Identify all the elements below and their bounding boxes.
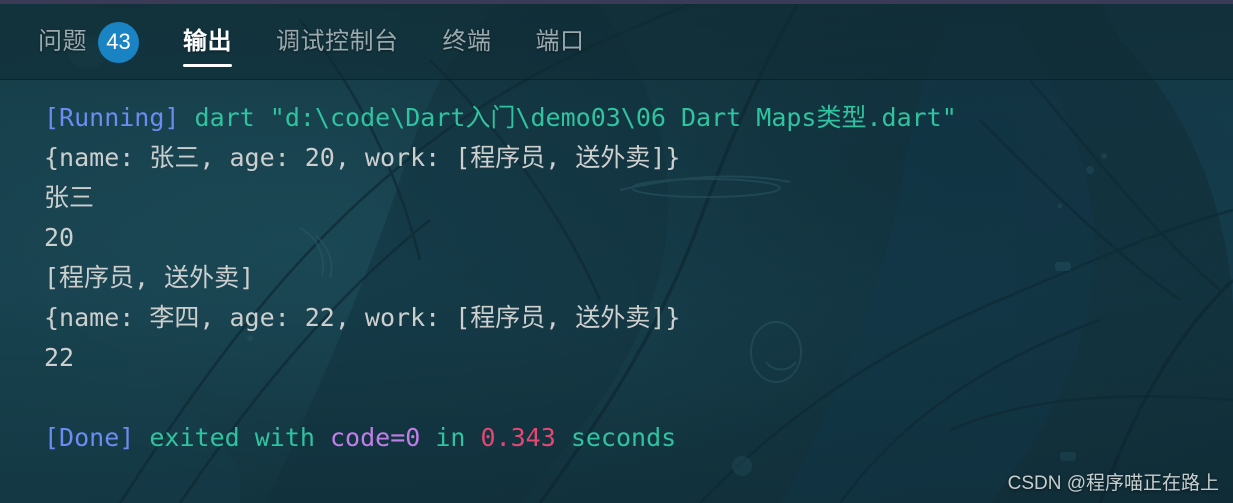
panel-accent-border (0, 0, 1233, 4)
console-segment: 20 (44, 223, 75, 252)
tab-active-underline (183, 64, 232, 67)
line-running: [Running] dart "d:\code\Dart入门\demo03\06… (44, 98, 1233, 138)
tab-label: 终端 (442, 28, 492, 55)
line-work1: [程序员, 送外卖] (44, 258, 1233, 298)
line-blank (44, 378, 1233, 418)
watermark: CSDN @程序喵正在路上 (1007, 473, 1219, 494)
tab-label: 端口 (535, 28, 585, 55)
tab-label: 调试控制台 (276, 28, 399, 55)
console-segment: exited with (134, 423, 330, 452)
console-segment: 22 (44, 343, 75, 372)
console-segment: in (420, 423, 481, 452)
console-segment: 0.343 (480, 423, 556, 452)
line-age2: 22 (44, 338, 1233, 378)
tab-3[interactable]: 终端 (443, 4, 492, 80)
console-segment: {name: 张三, age: 20, work: [程序员, 送外卖]} (44, 143, 681, 172)
panel-tab-bar: 问题 43 输出 调试控制台 终端 端口 (0, 4, 1233, 80)
tab-active-underline (38, 64, 139, 67)
tab-label: 输出 (183, 28, 232, 55)
console-segment: seconds (555, 423, 677, 452)
console-segment: dart "d:\code\Dart入门\demo03\06 Dart Maps… (179, 103, 957, 132)
line-done: [Done] exited with code=0 in 0.343 secon… (44, 418, 1233, 458)
line-map1: {name: 张三, age: 20, work: [程序员, 送外卖]} (44, 138, 1233, 178)
tab-1[interactable]: 输出 (183, 4, 232, 80)
tab-2[interactable]: 调试控制台 (276, 4, 399, 80)
console-segment: 张三 (44, 183, 95, 212)
tab-0[interactable]: 问题 43 (38, 4, 139, 80)
tab-label: 问题 (38, 28, 87, 55)
line-name1: 张三 (44, 178, 1233, 218)
tab-active-underline (443, 64, 492, 67)
tab-active-underline (276, 64, 399, 67)
vscode-panel: 问题 43 输出 调试控制台 终端 端口 [Running] dart "d:\code\… (0, 0, 1233, 503)
line-age1: 20 (44, 218, 1233, 258)
tab-active-underline (536, 64, 585, 67)
tab-4[interactable]: 端口 (536, 4, 585, 80)
line-map2: {name: 李四, age: 22, work: [程序员, 送外卖]} (44, 298, 1233, 338)
console-segment: [程序员, 送外卖] (44, 263, 255, 292)
console-segment: code=0 (329, 423, 421, 452)
console-segment: [Done] (44, 423, 135, 452)
problems-count-badge: 43 (98, 21, 139, 63)
console-segment: [Running] (44, 103, 180, 132)
output-console[interactable]: [Running] dart "d:\code\Dart入门\demo03\06… (0, 88, 1233, 503)
console-segment: {name: 李四, age: 22, work: [程序员, 送外卖]} (44, 303, 681, 332)
